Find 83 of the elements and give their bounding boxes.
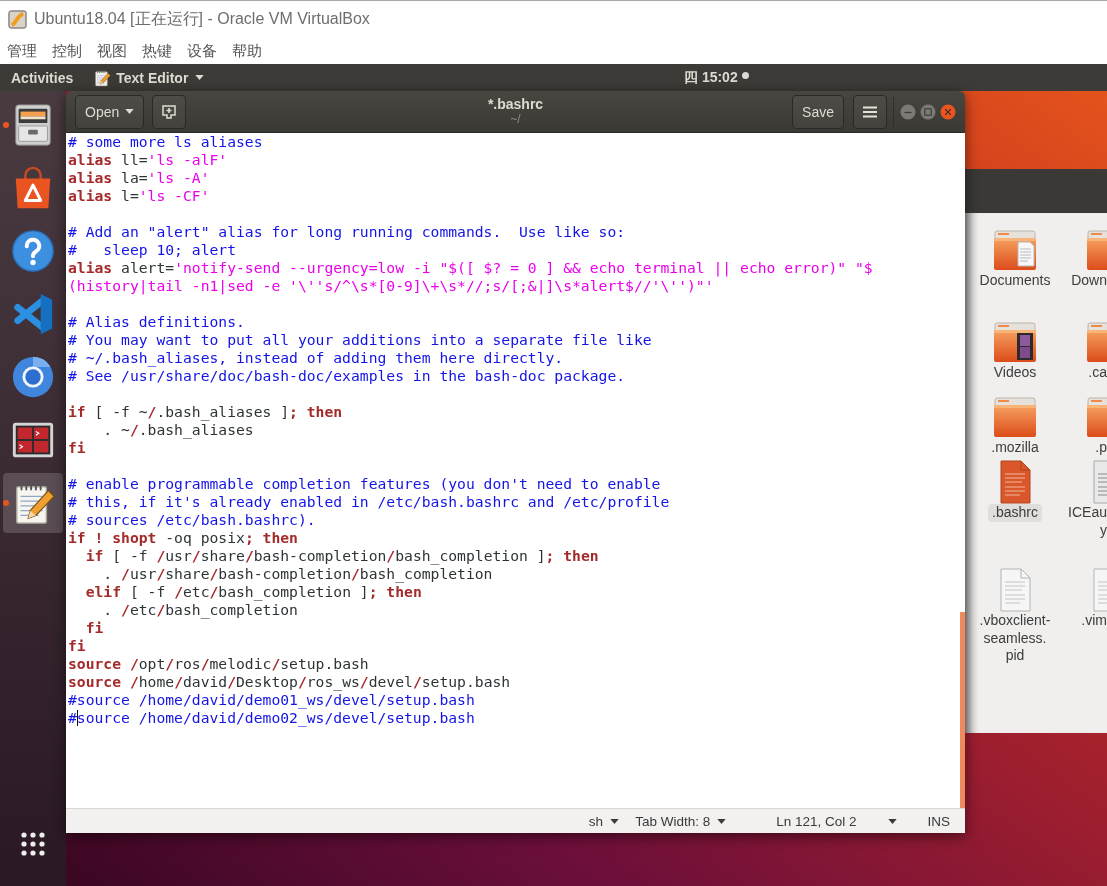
caret-icon (610, 818, 620, 824)
clock-button[interactable]: 四 15:02 (684, 68, 738, 87)
file-label[interactable]: .p (1095, 439, 1107, 457)
code-line: # sleep 10; alert (68, 241, 237, 259)
code-line: fi (68, 439, 87, 457)
menu-item[interactable]: 热键 (142, 41, 172, 61)
code-line: source /opt/ros/melodic/setup.bash (68, 655, 370, 673)
menu-item[interactable]: 视图 (97, 41, 127, 61)
document-path: ~/ (510, 112, 521, 126)
document-plus-icon (161, 103, 178, 120)
caret-icon (125, 109, 135, 114)
help-icon (10, 228, 56, 274)
code-line: # some more ls aliases (68, 133, 264, 151)
file-label[interactable]: .mozilla (987, 439, 1043, 457)
language-button[interactable]: sh (588, 813, 620, 829)
code-line: # sources /etc/bash.bashrc). (68, 511, 317, 529)
code-line: fi (84, 619, 105, 637)
document-title: *.bashrc (487, 97, 544, 113)
code-line: # ~/.bash_aliases, instead of adding them here directly. (68, 349, 565, 367)
notepad-icon (93, 68, 112, 87)
code-line: # You may want to put all your additions into a separate file like (68, 331, 653, 349)
film-folder-icon[interactable] (992, 320, 1038, 364)
code-line: # Alias definitions. (68, 313, 246, 331)
code-line: . /etc/bash_completion (102, 601, 299, 619)
folder-icon[interactable] (992, 395, 1038, 439)
menu-button[interactable] (853, 94, 887, 129)
code-line: if ! shopt -oq posix; then (68, 529, 299, 547)
code-line: (history|tail -n1|sed -e '\''s/^\s*[0-9]\+\s*//;s/[;&|]\s*alert$//'\'')"' (68, 277, 715, 295)
code-line: alias alert='notify-send --urgency=low -i "$([ $? = 0 ] && echo terminal || echo error)" "$ (68, 259, 874, 277)
folder-icon[interactable] (1085, 228, 1107, 272)
code-line: alias l='ls -CF' (68, 187, 211, 205)
caret-icon (888, 818, 898, 824)
file-label[interactable]: ICEau y (1068, 504, 1107, 539)
tab-width-button[interactable]: Tab Width: 8 (635, 813, 727, 829)
code-line: # this, if it's already enabled in /etc/bash.bashrc and /etc/profile (68, 493, 671, 511)
code-line: alias ll='ls -alF' (68, 151, 229, 169)
file-label[interactable]: .vboxclient- seamless. pid (975, 612, 1055, 665)
app-menu-button[interactable]: Text Editor (93, 68, 205, 87)
scrollbar-thumb[interactable] (960, 612, 965, 808)
open-button[interactable]: Open (75, 94, 145, 129)
code-line: # See /usr/share/doc/bash-doc/examples in the bash-doc package. (68, 367, 627, 385)
activities-button[interactable]: Activities (11, 69, 74, 86)
circle-logo-icon (10, 354, 56, 400)
menu-item[interactable]: 管理 (7, 41, 37, 61)
menu-item[interactable]: 帮助 (232, 41, 262, 61)
menu-item[interactable]: 设备 (187, 41, 217, 61)
status-dot-icon (741, 71, 749, 79)
folder-icon[interactable] (1085, 320, 1107, 364)
code-line: if [ -f ~/.bash_aliases ]; then (68, 403, 344, 421)
file-label[interactable]: .bashrc (988, 504, 1042, 522)
file-label[interactable]: Down (1071, 272, 1107, 290)
swoosh-tile-icon (8, 10, 27, 29)
save-button[interactable]: Save (792, 94, 844, 129)
file-label[interactable]: Documents (975, 272, 1055, 290)
code-line: if [ -f /usr/share/bash-completion/bash_completion ]; then (84, 547, 600, 565)
app-grid-icon (21, 832, 45, 856)
insert-mode-label: INS (927, 813, 950, 829)
code-line: alias la='ls -A' (68, 169, 211, 187)
file-label[interactable]: Videos (989, 364, 1041, 382)
document-folder-icon[interactable] (992, 228, 1038, 272)
code-line: source /home/david/Desktop/ros_ws/devel/setup.bash (68, 673, 512, 691)
window-title: Ubuntu18.04 [正在运行] - Oracle VM VirtualBox (34, 9, 370, 29)
code-line: # enable programmable completion features (you don't need to enable (68, 475, 662, 493)
code-line: . ~/.bash_aliases (102, 421, 255, 439)
folder-icon[interactable] (1085, 395, 1107, 439)
code-line: fi (68, 637, 87, 655)
maximize-icon[interactable] (920, 103, 936, 120)
text-area[interactable] (66, 133, 965, 808)
menu-item[interactable]: 控制 (52, 41, 82, 61)
code-line: # Add an "alert" alias for long running commands. Use like so: (68, 223, 627, 241)
menu-icon (863, 105, 877, 118)
file-label[interactable]: .vim (1081, 612, 1107, 630)
code-line: elif [ -f /etc/bash_completion ]; then (84, 583, 423, 601)
file-label[interactable]: .ca (1088, 364, 1107, 382)
close-icon[interactable] (940, 103, 956, 120)
code-line: . /usr/share/bash-completion/bash_completion (102, 565, 494, 583)
new-document-button[interactable] (152, 94, 187, 129)
minimize-icon[interactable] (900, 103, 916, 120)
dock-launcher[interactable] (3, 473, 63, 533)
caret-icon (717, 818, 727, 824)
caret-icon (195, 75, 205, 80)
code-line: #source /home/david/demo01_ws/devel/setup.bash (68, 691, 476, 709)
cursor-position-button[interactable]: Ln 121, Col 2 (776, 813, 898, 829)
